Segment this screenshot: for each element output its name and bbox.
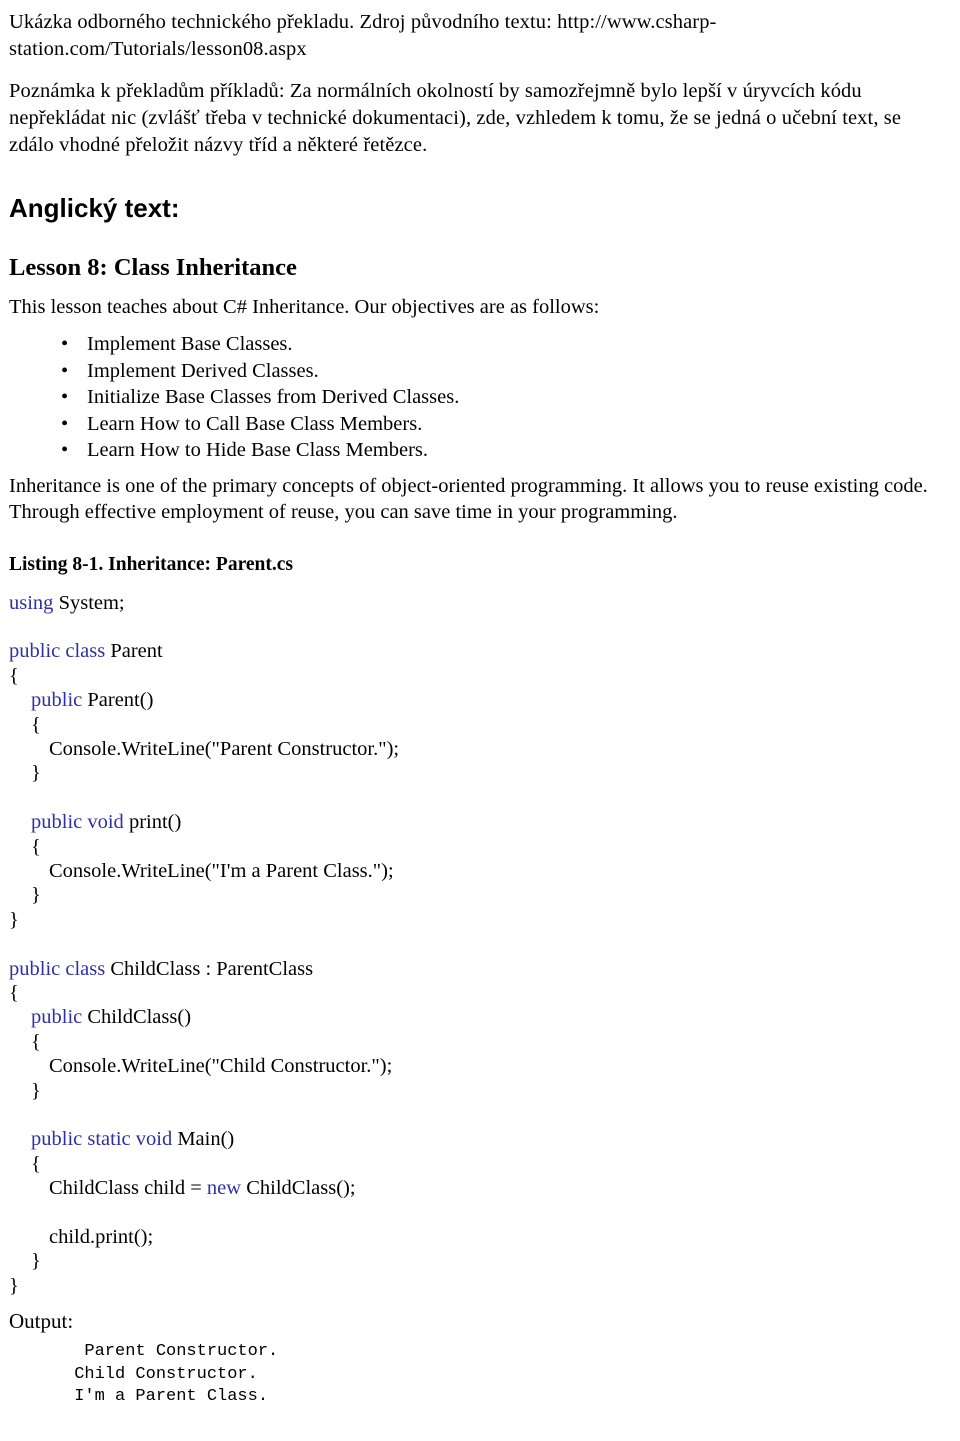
code-text: } — [9, 908, 19, 931]
objective-item: • Implement Base Classes. — [9, 331, 946, 358]
code-keyword: public — [31, 1006, 83, 1029]
code-text: ChildClass : ParentClass — [105, 957, 314, 980]
objective-label: Initialize Base Classes from Derived Cla… — [87, 386, 460, 408]
code-text: { — [31, 1152, 41, 1175]
document-page: Ukázka odborného technického překladu. Z… — [0, 0, 960, 1441]
body-paragraph: Inheritance is one of the primary concep… — [9, 474, 928, 524]
code-text: { — [31, 713, 41, 736]
code-line: } — [9, 761, 946, 785]
code-line: } — [9, 1249, 946, 1273]
code-line: using System; — [9, 591, 946, 615]
bullet-icon: • — [61, 359, 69, 382]
source-note: Ukázka odborného technického překladu. Z… — [9, 11, 717, 60]
code-line: public class Parent — [9, 639, 946, 663]
code-line: } — [9, 883, 946, 907]
code-keyword: public — [31, 689, 83, 712]
code-line: ChildClass child = new ChildClass(); — [9, 1176, 946, 1200]
code-line: public Parent() — [9, 688, 946, 712]
code-keyword: using — [9, 591, 54, 614]
code-text: } — [31, 1079, 41, 1102]
code-line: } — [9, 1274, 946, 1298]
output-label: Output: — [9, 1309, 74, 1334]
code-text: Parent() — [82, 689, 154, 712]
code-keyword: public void — [31, 811, 124, 834]
code-keyword: new — [206, 1177, 242, 1200]
objective-label: Implement Derived Classes. — [87, 359, 319, 382]
objective-label: Implement Base Classes. — [87, 333, 293, 355]
listing-caption: Listing 8-1. Inheritance: Parent.cs — [9, 553, 293, 575]
code-text: Console.WriteLine("Child Constructor."); — [49, 1055, 393, 1078]
code-line: public void print() — [9, 810, 946, 834]
code-text: Main() — [172, 1128, 235, 1151]
code-line: } — [9, 908, 946, 932]
code-line: { — [9, 664, 946, 688]
translator-note: Poznámka k překladům příkladů: Za normál… — [9, 80, 902, 156]
code-line: { — [9, 981, 946, 1005]
objective-item: • Learn How to Call Base Class Members. — [9, 411, 946, 438]
code-text: { — [9, 981, 19, 1004]
lesson-title: Lesson 8: Class Inheritance — [9, 254, 297, 281]
code-line: { — [9, 1030, 946, 1054]
objective-item: • Initialize Base Classes from Derived Cl… — [9, 384, 946, 411]
code-line: public class ChildClass : ParentClass — [9, 957, 946, 981]
code-text: { — [31, 1030, 41, 1053]
code-keyword: public static void — [31, 1128, 173, 1151]
objective-label: Learn How to Hide Base Class Members. — [87, 439, 429, 461]
objectives-list: • Implement Base Classes. • Implement Deriv… — [9, 331, 946, 464]
console-output-line: I'm a Parent Class. — [64, 1387, 269, 1407]
code-text: } — [31, 1250, 41, 1273]
code-text: Console.WriteLine("I'm a Parent Class.")… — [49, 859, 394, 882]
code-listing: using System; public class Parent{public… — [9, 591, 946, 1299]
code-line: public ChildClass() — [9, 1005, 946, 1029]
code-line: child.print(); — [9, 1225, 946, 1249]
code-line: { — [9, 1152, 946, 1176]
code-line: { — [9, 835, 946, 859]
page-content: Ukázka odborného technického překladu. Z… — [0, 0, 960, 1409]
code-text: Console.WriteLine("Parent Constructor.")… — [49, 737, 400, 760]
code-text: child.print(); — [49, 1225, 154, 1248]
code-text: System; — [53, 591, 125, 614]
bullet-icon: • — [61, 386, 69, 408]
code-text: } — [9, 1274, 19, 1297]
code-text: } — [31, 762, 41, 785]
code-keyword: public class — [9, 957, 106, 980]
objective-item: • Implement Derived Classes. — [9, 358, 946, 385]
code-text: ChildClass(); — [241, 1177, 356, 1200]
code-text: ChildClass() — [82, 1006, 192, 1029]
code-text: print() — [123, 811, 182, 834]
bullet-icon: • — [61, 439, 69, 461]
code-text: { — [31, 835, 41, 858]
code-keyword: public class — [9, 640, 106, 663]
console-output-line: Child Constructor. — [64, 1364, 258, 1384]
code-text: Parent — [105, 640, 163, 663]
code-line: Console.WriteLine("I'm a Parent Class.")… — [9, 859, 946, 883]
code-line: { — [9, 713, 946, 737]
console-output: Parent Constructor. Child Constructor. I… — [9, 1341, 946, 1409]
code-text: } — [31, 884, 41, 907]
intro-line: This lesson teaches about C# Inheritance… — [9, 296, 600, 318]
code-text: ChildClass child = — [49, 1177, 207, 1200]
section-heading: Anglický text: — [9, 193, 180, 223]
code-text: { — [9, 664, 19, 687]
bullet-icon: • — [61, 412, 69, 435]
bullet-icon: • — [61, 333, 69, 355]
code-line: } — [9, 1079, 946, 1103]
code-line: public static void Main() — [9, 1127, 946, 1151]
code-line: Console.WriteLine("Parent Constructor.")… — [9, 737, 946, 761]
console-output-line: Parent Constructor. — [64, 1342, 279, 1362]
objective-item: • Learn How to Hide Base Class Members. — [9, 437, 946, 464]
code-line: Console.WriteLine("Child Constructor."); — [9, 1054, 946, 1078]
objective-label: Learn How to Call Base Class Members. — [87, 412, 423, 435]
